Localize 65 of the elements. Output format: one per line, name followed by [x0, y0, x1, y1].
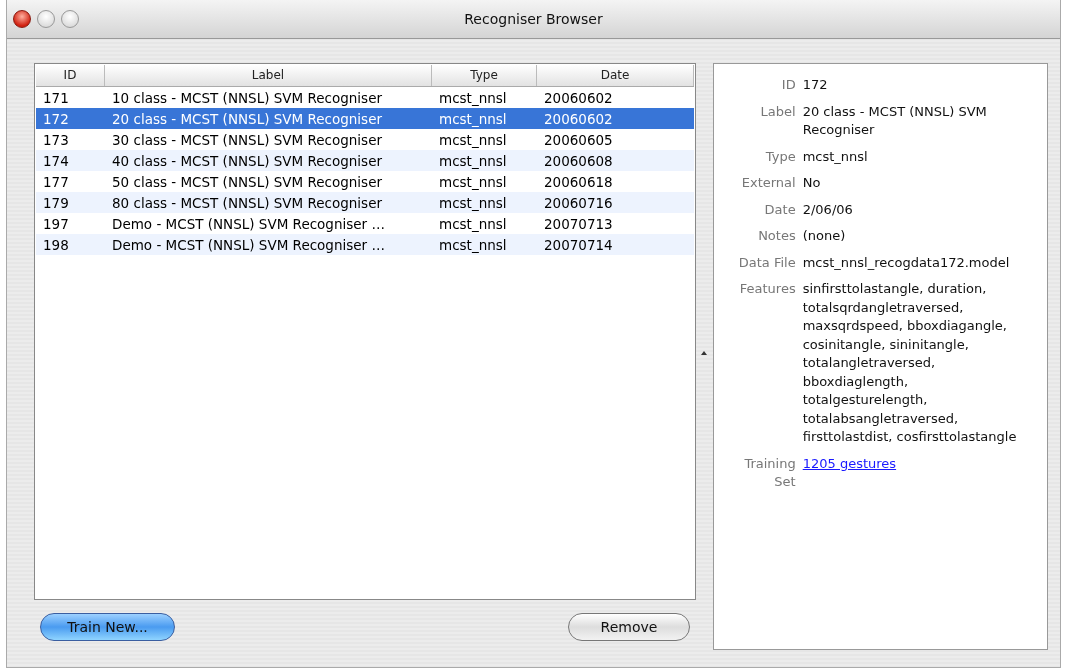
- table-cell-text: mcst_nnsl: [438, 131, 508, 148]
- column-header[interactable]: Date: [537, 65, 694, 86]
- close-button[interactable]: [13, 10, 31, 28]
- table-cell-text: 197: [42, 215, 70, 232]
- column-header[interactable]: Label: [105, 65, 432, 86]
- table-cell-text: 177: [42, 173, 70, 190]
- table-cell-text: 171: [42, 89, 70, 106]
- table-row[interactable]: 179 80 class - MCST (NNSL) SVM Recogniser mcst_nnsl 20060716: [36, 192, 694, 213]
- train-button[interactable]: Train New...: [40, 613, 175, 641]
- table-cell-text: 20 class - MCST (NNSL) SVM Recogniser: [111, 110, 383, 127]
- table-cell-text: 20070714: [543, 236, 614, 253]
- table-cell-text: 20060716: [543, 194, 614, 211]
- table-cell-text: mcst_nnsl: [438, 152, 508, 169]
- table-cell-text: 179: [42, 194, 70, 211]
- minimize-button[interactable]: [37, 10, 55, 28]
- field-value: 2/06/06: [802, 200, 854, 219]
- table-cell-text: mcst_nnsl: [438, 215, 508, 232]
- field-label: Data File: [737, 253, 796, 272]
- field-label: Type: [764, 147, 796, 166]
- zoom-button[interactable]: [61, 10, 79, 28]
- field-value: (none): [802, 227, 847, 245]
- table-cell-text: mcst_nnsl: [438, 173, 508, 190]
- table-cell-text: 10 class - MCST (NNSL) SVM Recogniser: [111, 89, 383, 106]
- table-row[interactable]: 174 40 class - MCST (NNSL) SVM Recogniser mcst_nnsl 20060608: [36, 150, 694, 171]
- table-cell-text: Demo - MCST (NNSL) SVM Recogniser …: [111, 236, 386, 253]
- table-cell-text: 20070713: [543, 215, 614, 232]
- field-label: Features: [738, 280, 796, 298]
- column-header[interactable]: ID: [36, 65, 105, 86]
- table-cell-text: 174: [42, 152, 70, 169]
- table-cell-text: 20060608: [543, 152, 614, 169]
- remove-button[interactable]: Remove: [568, 613, 690, 641]
- field-value: sinfirsttolastangle, duration, totalsqrdangletraversed, maxsqrdspeed, bboxdiagangle, cosinitangle, sininitangle, totalangletraversed, bboxdiaglength, totalgesturelength, totalabsangletraversed, firsttolastdist, cosfirsttolastangle: [802, 280, 1018, 446]
- table-cell-text: mcst_nnsl: [438, 110, 508, 127]
- column-header[interactable]: Type: [432, 65, 537, 86]
- table-cell-text: 20060602: [543, 110, 614, 127]
- table-row[interactable]: 198 Demo - MCST (NNSL) SVM Recogniser … mcst_nnsl 20070714: [36, 234, 694, 255]
- table-cell-text: Demo - MCST (NNSL) SVM Recogniser …: [111, 215, 386, 232]
- field-label: Notes: [757, 227, 796, 245]
- table-cell-text: 172: [42, 110, 70, 127]
- field-label: Training Set: [743, 454, 796, 491]
- field-value: mcst_nnsl: [802, 147, 869, 166]
- field-value: 172: [802, 76, 829, 94]
- field-value: No: [802, 174, 822, 192]
- table-cell-text: 80 class - MCST (NNSL) SVM Recogniser: [111, 194, 383, 211]
- caret-icon: [701, 351, 708, 355]
- field-label: ID: [780, 76, 796, 94]
- field-label: Label: [759, 102, 796, 121]
- field-value: 20 class - MCST (NNSL) SVM Recogniser: [802, 102, 988, 139]
- field-label: Date: [763, 200, 796, 219]
- table-row[interactable]: 172 20 class - MCST (NNSL) SVM Recogniser mcst_nnsl 20060602: [36, 108, 694, 129]
- table-cell-text: mcst_nnsl: [438, 89, 508, 106]
- link[interactable]: 1205 gestures: [802, 454, 897, 491]
- table-cell-text: 20060602: [543, 89, 614, 106]
- table-cell-text: 173: [42, 131, 70, 148]
- table-cell-text: 30 class - MCST (NNSL) SVM Recogniser: [111, 131, 383, 148]
- table-cell-text: 20060605: [543, 131, 614, 148]
- table-cell-text: 50 class - MCST (NNSL) SVM Recogniser: [111, 173, 383, 190]
- table-cell-text: 40 class - MCST (NNSL) SVM Recogniser: [111, 152, 383, 169]
- table-cell-text: mcst_nnsl: [438, 236, 508, 253]
- table-cell-text: 20060618: [543, 173, 614, 190]
- field-value: mcst_nnsl_recogdata172.model: [802, 253, 1011, 272]
- field-label: External: [740, 174, 796, 192]
- table-cell-text: 198: [42, 236, 70, 253]
- window-title: Recogniser Browser: [464, 11, 603, 27]
- table-cell-text: mcst_nnsl: [438, 194, 508, 211]
